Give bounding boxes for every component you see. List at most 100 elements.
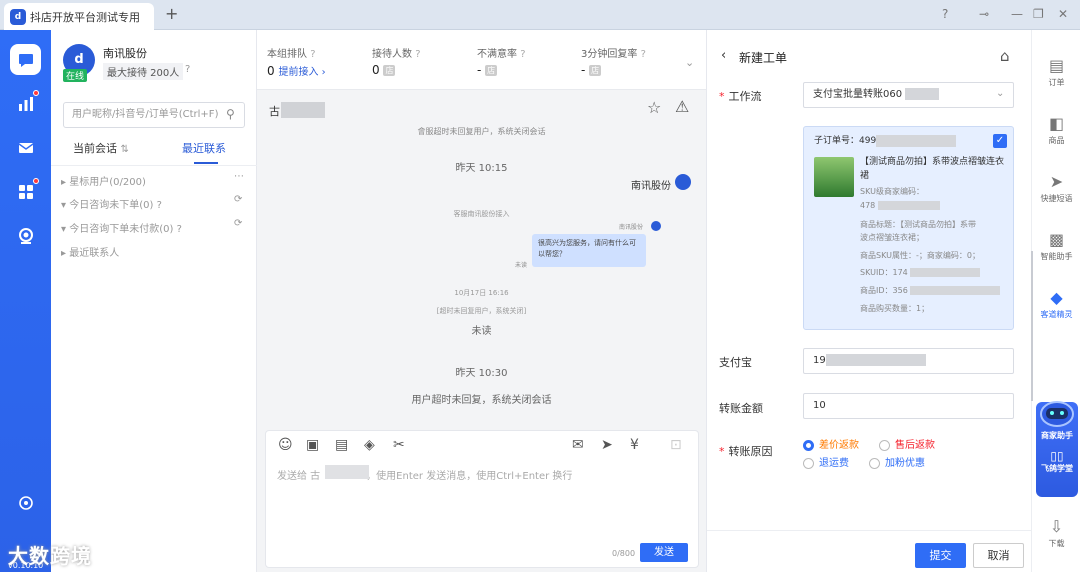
contact-search-input[interactable]: 用户昵称/抖音号/订单号(Ctrl+F)	[63, 102, 245, 128]
refresh-icon[interactable]: ⟳	[234, 218, 242, 229]
cube-icon: ◆	[1050, 288, 1063, 307]
help-circle-icon: ?	[640, 49, 646, 60]
refresh-icon[interactable]: ⟳	[234, 194, 242, 205]
stat-value: -	[581, 63, 586, 77]
reason-radio-price-diff[interactable]: 差价返款	[803, 436, 859, 451]
alipay-label: 支付宝	[719, 356, 752, 369]
tool-label: 商品	[1048, 136, 1065, 145]
quick-reply-icon[interactable]: ⊡	[670, 437, 682, 453]
required-mark: *	[719, 90, 725, 103]
star-icon[interactable]: ☆	[647, 98, 661, 117]
close-icon[interactable]: ✕	[1058, 7, 1068, 21]
radio-checked-icon	[803, 439, 814, 451]
select-value: 支付宝批量转账060	[813, 89, 903, 100]
message-bubble[interactable]: 很高兴为您服务，请问有什么可以帮您？	[532, 234, 646, 267]
stat-label: 接待人数	[372, 49, 412, 60]
char-counter: 0/800	[612, 549, 636, 558]
amount-input[interactable]: 10	[803, 393, 1014, 419]
smart-assistant-tool[interactable]: ▩ 智能助手	[1032, 230, 1080, 262]
help-icon[interactable]: ?	[942, 7, 948, 21]
send-button[interactable]: 发送	[640, 543, 688, 562]
settings-nav-button[interactable]	[10, 487, 41, 518]
product-detail-line: 商品标题：【测试商品勿拍】系带	[860, 220, 976, 229]
sender-name: 南讯股份	[631, 181, 671, 192]
tab-current-sessions[interactable]: 当前会话 ⇅	[73, 140, 129, 156]
redacted-text	[910, 268, 981, 277]
submit-button[interactable]: 提交	[915, 543, 966, 568]
system-message: 會服超时未回复用户，系统关闭会话	[417, 127, 546, 136]
title-bar: d 抖店开放平台测试专用 + ? ⊸ — ❐ ✕	[0, 0, 1080, 30]
caret-down-icon: ▾	[61, 200, 67, 211]
warning-icon[interactable]: ⚠	[675, 97, 689, 116]
sender-avatar	[675, 174, 691, 190]
academy-label: 飞鸽学堂	[1041, 464, 1073, 473]
tab-recent-contacts[interactable]: 最近联系	[182, 140, 226, 156]
minimize-icon[interactable]: —	[1011, 7, 1023, 21]
video-icon[interactable]: ▤	[335, 437, 348, 453]
help-circle-icon[interactable]: ?	[185, 64, 190, 75]
reason-radio-fan-discount[interactable]: 加粉优惠	[869, 454, 925, 469]
help-circle-icon: ?	[156, 200, 162, 211]
caret-down-icon: ▾	[61, 224, 67, 235]
expand-chevron-icon[interactable]: ⌄	[685, 56, 694, 69]
amount-label: 转账金额	[719, 402, 763, 415]
invite-icon[interactable]: ✉	[572, 437, 584, 453]
online-status-badge[interactable]: 在线	[63, 69, 88, 82]
send-plane-icon[interactable]: ➤	[601, 437, 613, 453]
restore-icon[interactable]: ❐	[1033, 7, 1044, 21]
mail-nav-button[interactable]	[10, 132, 41, 163]
chat-nav-button[interactable]	[10, 44, 41, 75]
new-tab-button[interactable]: +	[165, 4, 178, 23]
product-icon: ◧	[1048, 114, 1065, 133]
max-receive-label: 最大接待 200人	[103, 63, 184, 80]
stat-label: 不满意率	[477, 49, 517, 60]
emoji-icon[interactable]: ☺	[278, 437, 293, 453]
apps-nav-button[interactable]	[10, 176, 41, 207]
message-composer[interactable]: ☺ ▣ ▤ ◈ ✂ ✉ ➤ ¥ ⊡ 发送给 古 ，使用Enter 发送消息，使用C…	[265, 430, 699, 568]
group-label: 今日咨询下单未付款(0)	[69, 224, 174, 235]
group-recent-contacts[interactable]: ▸ 最近联系人	[61, 244, 119, 259]
search-icon[interactable]: ⚲	[226, 107, 235, 121]
group-starred[interactable]: ▸ 星标用户(0/200)	[61, 173, 146, 188]
workflow-label: * 工作流	[719, 88, 762, 104]
more-icon[interactable]: ⋯	[234, 171, 244, 182]
workflow-select[interactable]: 支付宝批量转账060	[803, 82, 1014, 108]
browser-tab[interactable]: d 抖店开放平台测试专用	[4, 3, 154, 30]
cancel-button[interactable]: 取消	[973, 543, 1024, 568]
download-tool[interactable]: ⇩ 下载	[1032, 517, 1080, 549]
product-tool[interactable]: ◧ 商品	[1032, 114, 1080, 146]
radio-label: 售后返款	[895, 440, 935, 451]
reason-radio-after-sale[interactable]: 售后返款	[879, 436, 935, 451]
group-consult-no-order[interactable]: ▾ 今日咨询未下单(0) ?	[61, 196, 162, 211]
order-icon: ▤	[1048, 56, 1065, 75]
home-icon[interactable]: ⌂	[1000, 47, 1010, 65]
radio-label: 退运费	[819, 458, 849, 469]
tool-label: 快捷短语	[1040, 194, 1073, 203]
scissors-icon[interactable]: ✂	[393, 437, 405, 453]
help-circle-icon: ?	[520, 49, 526, 60]
order-checkbox[interactable]: ✓	[993, 134, 1007, 148]
alipay-input[interactable]: 19	[803, 348, 1014, 374]
coupon-icon[interactable]: ¥	[630, 437, 639, 453]
quick-phrase-tool[interactable]: ➤ 快捷短语	[1032, 172, 1080, 204]
pin-icon[interactable]: ⊸	[979, 7, 989, 21]
order-tool[interactable]: ▤ 订单	[1032, 56, 1080, 88]
send-icon: ➤	[1049, 172, 1064, 191]
stats-nav-button[interactable]	[10, 88, 41, 119]
reason-radio-shipping[interactable]: 退运费	[803, 454, 849, 469]
back-chevron-icon[interactable]: ‹	[721, 48, 726, 63]
label-text: 转账原因	[728, 445, 773, 458]
redacted-text	[910, 286, 1001, 295]
group-order-unpaid[interactable]: ▾ 今日咨询下单未付款(0) ?	[61, 220, 182, 235]
tab-label: 当前会话	[73, 142, 117, 155]
early-connect-link[interactable]: 提前接入 ›	[278, 67, 325, 78]
kedao-tool[interactable]: ◆ 客道精灵	[1032, 288, 1080, 320]
image-icon[interactable]: ▣	[306, 437, 319, 453]
layers-icon[interactable]: ◈	[364, 437, 375, 453]
tool-label: 下载	[1048, 539, 1065, 548]
label-text: 工作流	[728, 90, 762, 103]
timestamp-small: 10月17日 16:16	[454, 289, 509, 297]
scrollbar[interactable]	[1031, 251, 1033, 401]
team-nav-button[interactable]	[10, 220, 41, 251]
order-card[interactable]: 子订单号：499 ✓ 【测试商品勿拍】系带波点褶皱连衣裙 SKU级商家编码： 4…	[803, 126, 1014, 330]
